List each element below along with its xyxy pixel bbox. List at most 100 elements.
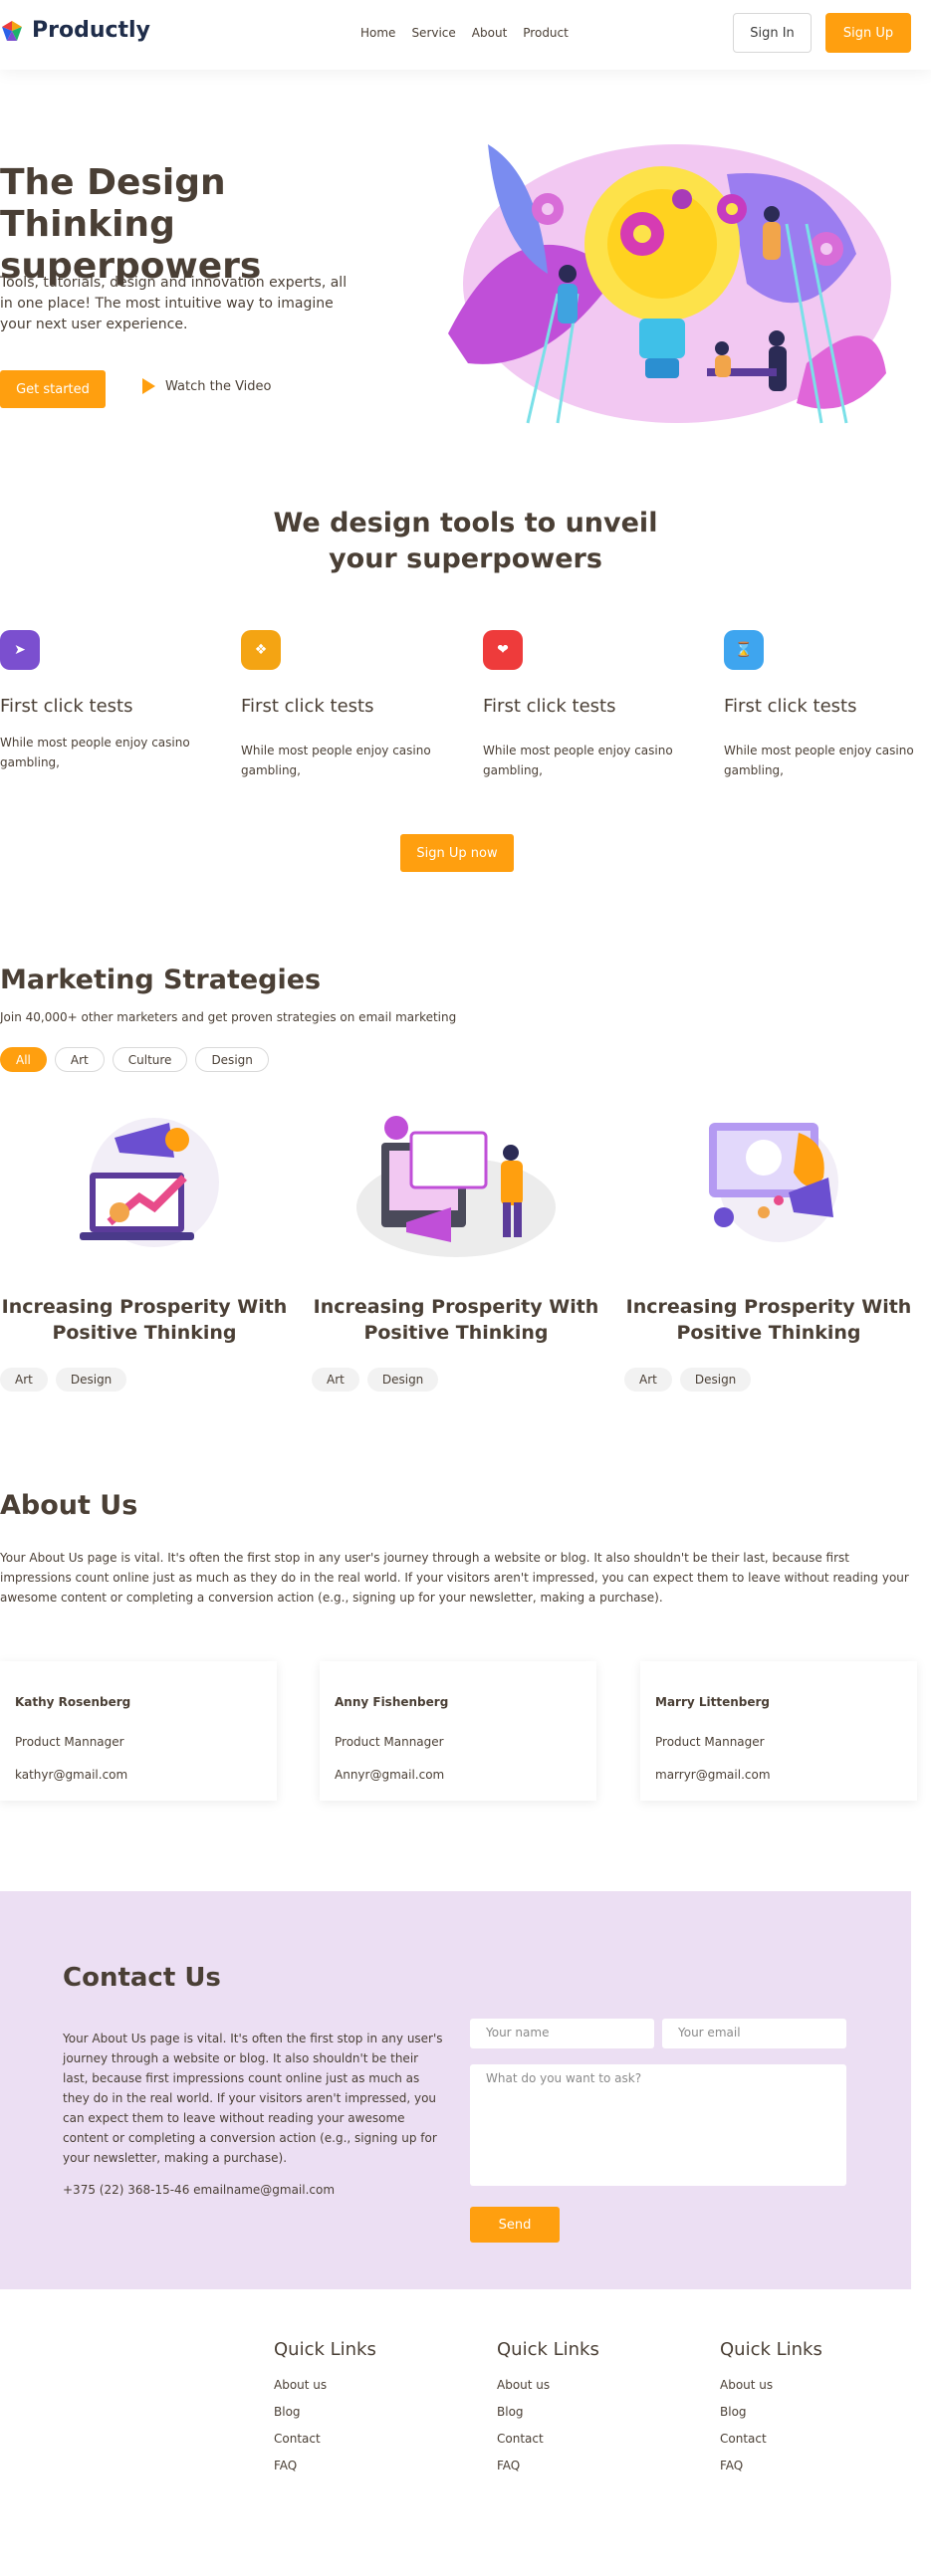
hourglass-icon: ⌛: [724, 630, 764, 670]
feature-text: While most people enjoy casino gambling,: [0, 736, 190, 769]
cursor-icon: ➤: [0, 630, 40, 670]
feature-card: ❖ First click tests While most people en…: [241, 630, 450, 780]
hero-text: Tools, tutorials, design and innovation …: [0, 275, 348, 332]
tag-design[interactable]: Design: [366, 1368, 439, 1392]
diamonds-icon: ❖: [241, 630, 281, 670]
feature-text: While most people enjoy casino gambling,: [483, 744, 673, 777]
logo[interactable]: Productly: [0, 18, 150, 43]
hero-title: The Design Thinking superpowers: [0, 162, 262, 287]
nav-home[interactable]: Home: [360, 26, 395, 40]
footer-column-title: Quick Links: [720, 2339, 822, 2360]
watch-video-label: Watch the Video: [165, 378, 272, 394]
strategy-card[interactable]: Increasing Prosperity With Positive Thin…: [312, 1103, 600, 1392]
footer-link-faq[interactable]: FAQ: [274, 2459, 473, 2472]
tag-design[interactable]: Design: [679, 1368, 752, 1392]
footer-link-contact[interactable]: Contact: [497, 2432, 696, 2446]
name-input[interactable]: Your name: [470, 2019, 654, 2048]
strategy-card-title: Increasing Prosperity With Positive Thin…: [1, 1296, 288, 1344]
team-member-card: Marry Littenberg Product Mannager marryr…: [640, 1661, 917, 1801]
brand-name: Productly: [32, 18, 150, 43]
team-member-card: Kathy Rosenberg Product Mannager kathyr@…: [0, 1661, 277, 1801]
feature-card: ❤ First click tests While most people en…: [483, 630, 692, 780]
member-name: Marry Littenberg: [655, 1695, 771, 1709]
team-member-card: Anny Fishenberg Product Mannager Annyr@g…: [320, 1661, 596, 1801]
about-title: About Us: [0, 1490, 138, 1521]
footer-column: Quick Links About us Blog Contact FAQ: [497, 2339, 696, 2472]
strategy-illustration: [356, 1116, 556, 1257]
get-started-button[interactable]: Get started: [0, 370, 106, 408]
feature-title: First click tests: [241, 696, 374, 717]
feature-text: While most people enjoy casino gambling,: [241, 744, 431, 777]
footer-link-blog[interactable]: Blog: [274, 2405, 473, 2419]
footer-link-about[interactable]: About us: [497, 2378, 696, 2392]
footer-column-title: Quick Links: [497, 2339, 599, 2360]
member-email[interactable]: marryr@gmail.com: [655, 1768, 771, 1782]
footer-column: Quick Links About us Blog Contact FAQ: [274, 2339, 473, 2472]
strategy-illustration: [709, 1123, 838, 1242]
filter-chips: All Art Culture Design: [0, 1047, 269, 1072]
filter-all[interactable]: All: [0, 1047, 47, 1072]
logo-icon: [2, 20, 22, 41]
footer-link-about[interactable]: About us: [720, 2378, 919, 2392]
footer-link-contact[interactable]: Contact: [720, 2432, 919, 2446]
member-role: Product Mannager: [655, 1735, 765, 1749]
footer-link-faq[interactable]: FAQ: [497, 2459, 696, 2472]
about-text: Your About Us page is vital. It's often …: [0, 1551, 909, 1605]
footer-link-blog[interactable]: Blog: [497, 2405, 696, 2419]
strategy-card-title: Increasing Prosperity With Positive Thin…: [313, 1296, 599, 1344]
contact-section: Contact Us Your About Us page is vital. …: [0, 1891, 911, 2289]
site-header: Productly Home Service About Product Sig…: [0, 0, 931, 70]
filter-design[interactable]: Design: [195, 1047, 269, 1072]
tools-title-line1: We design tools to unveil: [273, 508, 658, 538]
send-button[interactable]: Send: [470, 2207, 560, 2243]
feature-card: ⌛ First click tests While most people en…: [724, 630, 931, 780]
marketing-subtitle: Join 40,000+ other marketers and get pro…: [0, 1010, 457, 1024]
tools-title: We design tools to unveil your superpowe…: [0, 506, 931, 577]
footer-link-blog[interactable]: Blog: [720, 2405, 919, 2419]
footer-link-contact[interactable]: Contact: [274, 2432, 473, 2446]
strategy-card-title: Increasing Prosperity With Positive Thin…: [625, 1296, 912, 1344]
tag-art[interactable]: Art: [0, 1368, 48, 1392]
nav-service[interactable]: Service: [411, 26, 455, 40]
member-name: Kathy Rosenberg: [15, 1695, 131, 1709]
contact-title: Contact Us: [63, 1963, 221, 1993]
feature-card: ➤ First click tests While most people en…: [0, 630, 209, 772]
tools-title-line2: your superpowers: [329, 543, 602, 574]
hero-illustration: [448, 144, 891, 424]
tag-art[interactable]: Art: [624, 1368, 672, 1392]
nav-about[interactable]: About: [472, 26, 507, 40]
strategy-illustration: [80, 1118, 219, 1247]
filter-culture[interactable]: Culture: [112, 1047, 188, 1072]
feature-title: First click tests: [0, 696, 133, 717]
member-role: Product Mannager: [15, 1735, 124, 1749]
feature-title: First click tests: [483, 696, 616, 717]
feature-title: First click tests: [724, 696, 857, 717]
footer-link-faq[interactable]: FAQ: [720, 2459, 919, 2472]
heart-icon: ❤: [483, 630, 523, 670]
member-email[interactable]: Annyr@gmail.com: [335, 1768, 444, 1782]
watch-video-link[interactable]: Watch the Video: [142, 378, 272, 394]
footer-link-about[interactable]: About us: [274, 2378, 473, 2392]
main-nav: Home Service About Product: [360, 26, 569, 40]
strategy-card[interactable]: Increasing Prosperity With Positive Thin…: [0, 1103, 289, 1392]
tag-design[interactable]: Design: [55, 1368, 127, 1392]
strategy-card-tags: Art Design: [0, 1368, 289, 1392]
signup-now-button[interactable]: Sign Up now: [400, 834, 514, 872]
marketing-title: Marketing Strategies: [0, 965, 322, 995]
filter-art[interactable]: Art: [54, 1047, 105, 1072]
signup-button[interactable]: Sign Up: [825, 13, 911, 53]
nav-product[interactable]: Product: [523, 26, 569, 40]
signin-button[interactable]: Sign In: [733, 13, 812, 53]
member-email[interactable]: kathyr@gmail.com: [15, 1768, 127, 1782]
email-input[interactable]: Your email: [662, 2019, 846, 2048]
message-textarea[interactable]: What do you want to ask?: [470, 2064, 846, 2186]
contact-text: Your About Us page is vital. It's often …: [63, 2032, 443, 2165]
member-role: Product Mannager: [335, 1735, 444, 1749]
feature-text: While most people enjoy casino gambling,: [724, 744, 914, 777]
footer-column: Quick Links About us Blog Contact FAQ: [720, 2339, 919, 2472]
tag-art[interactable]: Art: [312, 1368, 359, 1392]
member-name: Anny Fishenberg: [335, 1695, 449, 1709]
footer-column-title: Quick Links: [274, 2339, 376, 2360]
strategy-card[interactable]: Increasing Prosperity With Positive Thin…: [624, 1103, 913, 1392]
strategy-card-tags: Art Design: [624, 1368, 913, 1392]
